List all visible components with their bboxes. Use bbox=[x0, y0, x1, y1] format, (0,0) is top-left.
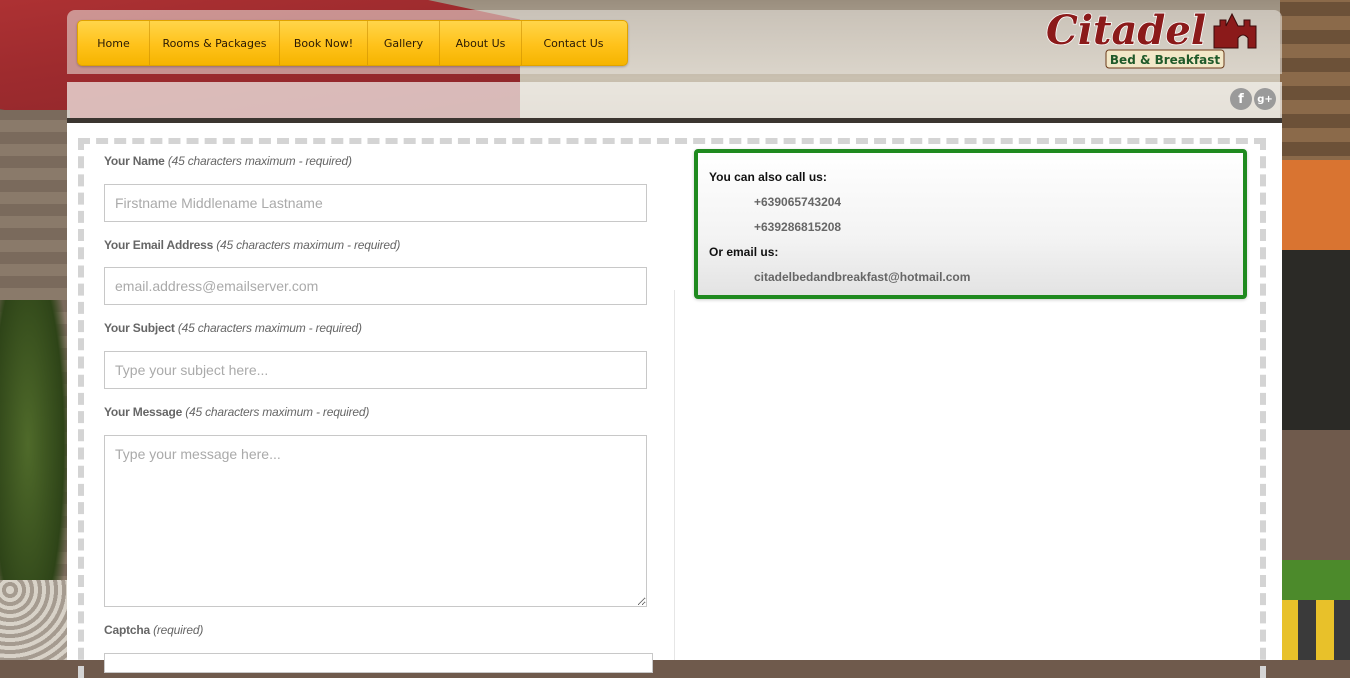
logo-subtitle: Bed & Breakfast bbox=[1110, 53, 1220, 67]
castle-icon bbox=[1213, 12, 1257, 49]
main-navigation: Home Rooms & Packages Book Now! Gallery … bbox=[77, 20, 628, 66]
logo-title: Citadel bbox=[1046, 7, 1206, 54]
call-heading: You can also call us: bbox=[709, 170, 827, 184]
contact-email[interactable]: citadelbedandbreakfast@hotmail.com bbox=[754, 270, 970, 284]
nav-contact-us[interactable]: Contact Us bbox=[522, 21, 625, 65]
nav-gallery[interactable]: Gallery bbox=[368, 21, 440, 65]
social-bar bbox=[67, 82, 1282, 118]
google-plus-icon[interactable]: g+ bbox=[1254, 88, 1276, 110]
facebook-icon[interactable]: f bbox=[1230, 88, 1252, 110]
nav-about-us[interactable]: About Us bbox=[440, 21, 522, 65]
email-heading: Or email us: bbox=[709, 245, 779, 259]
name-input[interactable] bbox=[104, 184, 647, 222]
contact-info-box: You can also call us: +639065743204 +639… bbox=[694, 149, 1247, 299]
captcha-label: Captcha (required) bbox=[104, 623, 204, 637]
citadel-logo[interactable]: Citadel Bed & Breakfast bbox=[1042, 4, 1272, 74]
column-divider bbox=[674, 290, 675, 660]
name-label: Your Name (45 characters maximum - requi… bbox=[104, 154, 352, 168]
message-label: Your Message (45 characters maximum - re… bbox=[104, 405, 370, 419]
subject-input[interactable] bbox=[104, 351, 647, 389]
email-label: Your Email Address (45 characters maximu… bbox=[104, 238, 401, 252]
nav-book-now[interactable]: Book Now! bbox=[280, 21, 368, 65]
message-textarea[interactable] bbox=[104, 435, 647, 607]
phone-number-1: +639065743204 bbox=[754, 195, 842, 209]
email-input[interactable] bbox=[104, 267, 647, 305]
nav-home[interactable]: Home bbox=[78, 21, 150, 65]
subject-label: Your Subject (45 characters maximum - re… bbox=[104, 321, 362, 335]
phone-number-2: +639286815208 bbox=[754, 220, 842, 234]
captcha-input[interactable] bbox=[104, 653, 653, 673]
nav-rooms-packages[interactable]: Rooms & Packages bbox=[150, 21, 280, 65]
